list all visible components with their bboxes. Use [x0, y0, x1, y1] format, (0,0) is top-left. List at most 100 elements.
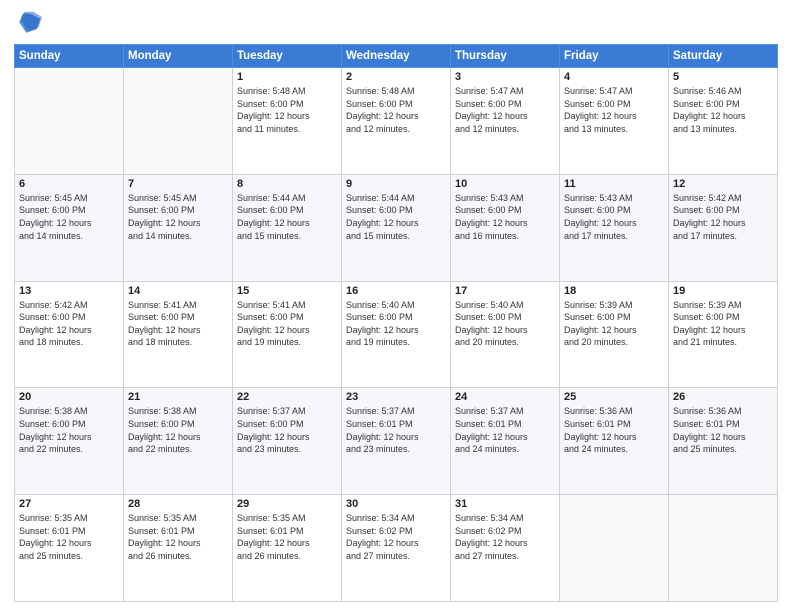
- weekday-header-wednesday: Wednesday: [342, 45, 451, 68]
- weekday-header-friday: Friday: [560, 45, 669, 68]
- day-detail: Sunrise: 5:39 AM Sunset: 6:00 PM Dayligh…: [673, 299, 773, 349]
- day-detail: Sunrise: 5:42 AM Sunset: 6:00 PM Dayligh…: [19, 299, 119, 349]
- calendar-cell: 25 Sunrise: 5:36 AM Sunset: 6:01 PM Dayli…: [560, 388, 669, 495]
- day-detail: Sunrise: 5:48 AM Sunset: 6:00 PM Dayligh…: [346, 85, 446, 135]
- logo: [14, 10, 46, 38]
- day-detail: Sunrise: 5:43 AM Sunset: 6:00 PM Dayligh…: [564, 192, 664, 242]
- day-detail: Sunrise: 5:46 AM Sunset: 6:00 PM Dayligh…: [673, 85, 773, 135]
- calendar-week-0: 1 Sunrise: 5:48 AM Sunset: 6:00 PM Daylig…: [15, 68, 778, 175]
- day-number: 23: [346, 391, 446, 403]
- calendar-week-1: 6 Sunrise: 5:45 AM Sunset: 6:00 PM Daylig…: [15, 174, 778, 281]
- weekday-header-monday: Monday: [124, 45, 233, 68]
- day-number: 3: [455, 71, 555, 83]
- calendar-cell: 24 Sunrise: 5:37 AM Sunset: 6:01 PM Dayli…: [451, 388, 560, 495]
- day-detail: Sunrise: 5:40 AM Sunset: 6:00 PM Dayligh…: [346, 299, 446, 349]
- day-detail: Sunrise: 5:44 AM Sunset: 6:00 PM Dayligh…: [346, 192, 446, 242]
- calendar-week-3: 20 Sunrise: 5:38 AM Sunset: 6:00 PM Dayli…: [15, 388, 778, 495]
- day-detail: Sunrise: 5:37 AM Sunset: 6:00 PM Dayligh…: [237, 405, 337, 455]
- day-number: 26: [673, 391, 773, 403]
- calendar-cell: 8 Sunrise: 5:44 AM Sunset: 6:00 PM Daylig…: [233, 174, 342, 281]
- day-detail: Sunrise: 5:36 AM Sunset: 6:01 PM Dayligh…: [564, 405, 664, 455]
- calendar-cell: 19 Sunrise: 5:39 AM Sunset: 6:00 PM Dayli…: [669, 281, 778, 388]
- day-detail: Sunrise: 5:38 AM Sunset: 6:00 PM Dayligh…: [19, 405, 119, 455]
- calendar-cell: 18Sunrise: 5:39 AM Sunset: 6:00 PM Dayli…: [560, 281, 669, 388]
- calendar-week-2: 13 Sunrise: 5:42 AM Sunset: 6:00 PM Dayli…: [15, 281, 778, 388]
- day-number: 11: [564, 178, 664, 190]
- calendar-cell: 15 Sunrise: 5:41 AM Sunset: 6:00 PM Dayli…: [233, 281, 342, 388]
- calendar-cell: 16 Sunrise: 5:40 AM Sunset: 6:00 PM Dayli…: [342, 281, 451, 388]
- calendar-table: SundayMondayTuesdayWednesdayThursdayFrid…: [14, 44, 778, 602]
- weekday-header-tuesday: Tuesday: [233, 45, 342, 68]
- day-detail: Sunrise: 5:40 AM Sunset: 6:00 PM Dayligh…: [455, 299, 555, 349]
- calendar-cell: 17 Sunrise: 5:40 AM Sunset: 6:00 PM Dayli…: [451, 281, 560, 388]
- day-number: 25: [564, 391, 664, 403]
- calendar-cell: 28 Sunrise: 5:35 AM Sunset: 6:01 PM Dayli…: [124, 495, 233, 602]
- calendar-cell: 27 Sunrise: 5:35 AM Sunset: 6:01 PM Dayli…: [15, 495, 124, 602]
- calendar-cell: 29Sunrise: 5:35 AM Sunset: 6:01 PM Dayli…: [233, 495, 342, 602]
- day-detail: Sunrise: 5:37 AM Sunset: 6:01 PM Dayligh…: [346, 405, 446, 455]
- weekday-header-row: SundayMondayTuesdayWednesdayThursdayFrid…: [15, 45, 778, 68]
- calendar-cell: 14Sunrise: 5:41 AM Sunset: 6:00 PM Dayli…: [124, 281, 233, 388]
- day-number: 1: [237, 71, 337, 83]
- calendar-cell: 10Sunrise: 5:43 AM Sunset: 6:00 PM Dayli…: [451, 174, 560, 281]
- day-number: 29: [237, 498, 337, 510]
- logo-icon: [14, 10, 42, 38]
- day-number: 14: [128, 285, 228, 297]
- day-number: 24: [455, 391, 555, 403]
- day-number: 27: [19, 498, 119, 510]
- day-number: 16: [346, 285, 446, 297]
- day-detail: Sunrise: 5:45 AM Sunset: 6:00 PM Dayligh…: [19, 192, 119, 242]
- day-detail: Sunrise: 5:47 AM Sunset: 6:00 PM Dayligh…: [564, 85, 664, 135]
- calendar-cell: 1 Sunrise: 5:48 AM Sunset: 6:00 PM Daylig…: [233, 68, 342, 175]
- day-detail: Sunrise: 5:45 AM Sunset: 6:00 PM Dayligh…: [128, 192, 228, 242]
- day-detail: Sunrise: 5:36 AM Sunset: 6:01 PM Dayligh…: [673, 405, 773, 455]
- calendar-header: SundayMondayTuesdayWednesdayThursdayFrid…: [15, 45, 778, 68]
- day-number: 28: [128, 498, 228, 510]
- day-number: 20: [19, 391, 119, 403]
- day-number: 10: [455, 178, 555, 190]
- calendar-cell: 30 Sunrise: 5:34 AM Sunset: 6:02 PM Dayli…: [342, 495, 451, 602]
- day-number: 7: [128, 178, 228, 190]
- header: [14, 10, 778, 38]
- day-detail: Sunrise: 5:38 AM Sunset: 6:00 PM Dayligh…: [128, 405, 228, 455]
- day-detail: Sunrise: 5:34 AM Sunset: 6:02 PM Dayligh…: [346, 512, 446, 562]
- day-number: 13: [19, 285, 119, 297]
- day-number: 2: [346, 71, 446, 83]
- day-detail: Sunrise: 5:34 AM Sunset: 6:02 PM Dayligh…: [455, 512, 555, 562]
- day-number: 4: [564, 71, 664, 83]
- calendar-cell: 6 Sunrise: 5:45 AM Sunset: 6:00 PM Daylig…: [15, 174, 124, 281]
- day-number: 17: [455, 285, 555, 297]
- weekday-header-thursday: Thursday: [451, 45, 560, 68]
- day-number: 15: [237, 285, 337, 297]
- day-number: 19: [673, 285, 773, 297]
- day-detail: Sunrise: 5:35 AM Sunset: 6:01 PM Dayligh…: [19, 512, 119, 562]
- day-detail: Sunrise: 5:37 AM Sunset: 6:01 PM Dayligh…: [455, 405, 555, 455]
- weekday-header-sunday: Sunday: [15, 45, 124, 68]
- calendar-cell: 22Sunrise: 5:37 AM Sunset: 6:00 PM Dayli…: [233, 388, 342, 495]
- day-detail: Sunrise: 5:48 AM Sunset: 6:00 PM Dayligh…: [237, 85, 337, 135]
- day-detail: Sunrise: 5:39 AM Sunset: 6:00 PM Dayligh…: [564, 299, 664, 349]
- calendar-cell: 5Sunrise: 5:46 AM Sunset: 6:00 PM Daylig…: [669, 68, 778, 175]
- calendar-week-4: 27 Sunrise: 5:35 AM Sunset: 6:01 PM Dayli…: [15, 495, 778, 602]
- day-number: 30: [346, 498, 446, 510]
- calendar-cell: 9 Sunrise: 5:44 AM Sunset: 6:00 PM Daylig…: [342, 174, 451, 281]
- day-number: 6: [19, 178, 119, 190]
- calendar-cell: [15, 68, 124, 175]
- calendar-cell: 13 Sunrise: 5:42 AM Sunset: 6:00 PM Dayli…: [15, 281, 124, 388]
- day-number: 9: [346, 178, 446, 190]
- day-detail: Sunrise: 5:42 AM Sunset: 6:00 PM Dayligh…: [673, 192, 773, 242]
- calendar-cell: 23 Sunrise: 5:37 AM Sunset: 6:01 PM Dayli…: [342, 388, 451, 495]
- calendar-cell: 20 Sunrise: 5:38 AM Sunset: 6:00 PM Dayli…: [15, 388, 124, 495]
- page: SundayMondayTuesdayWednesdayThursdayFrid…: [0, 0, 792, 612]
- day-detail: Sunrise: 5:44 AM Sunset: 6:00 PM Dayligh…: [237, 192, 337, 242]
- calendar-cell: 3Sunrise: 5:47 AM Sunset: 6:00 PM Daylig…: [451, 68, 560, 175]
- day-number: 8: [237, 178, 337, 190]
- calendar-cell: 21Sunrise: 5:38 AM Sunset: 6:00 PM Dayli…: [124, 388, 233, 495]
- day-detail: Sunrise: 5:41 AM Sunset: 6:00 PM Dayligh…: [237, 299, 337, 349]
- day-number: 31: [455, 498, 555, 510]
- calendar-cell: [669, 495, 778, 602]
- calendar-cell: 11 Sunrise: 5:43 AM Sunset: 6:00 PM Dayli…: [560, 174, 669, 281]
- calendar-cell: 31 Sunrise: 5:34 AM Sunset: 6:02 PM Dayli…: [451, 495, 560, 602]
- day-detail: Sunrise: 5:35 AM Sunset: 6:01 PM Dayligh…: [128, 512, 228, 562]
- calendar-cell: 7 Sunrise: 5:45 AM Sunset: 6:00 PM Daylig…: [124, 174, 233, 281]
